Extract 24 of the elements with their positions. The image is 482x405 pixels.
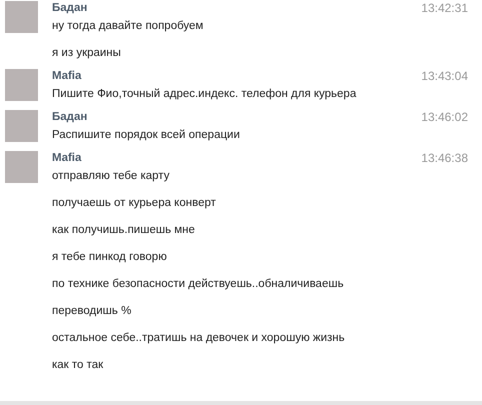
avatar-photo-placeholder[interactable] [5,69,38,101]
message-text: как то так [52,359,104,371]
message-time: 13:46:38 [421,150,468,164]
author-name[interactable]: Бадан [52,2,88,14]
author-name[interactable]: Mafia [52,152,82,164]
message-text: остальное себе..тратишь на девочек и хорошую жизнь [52,332,345,344]
message-text: как получишь.пишешь мне [52,224,195,236]
message-text: отправляю тебе карту [52,170,170,182]
avatar-photo-placeholder[interactable] [5,110,38,142]
message-text: переводишь % [52,305,132,317]
message-text: я тебе пинкод говорю [52,251,167,263]
message-time: 13:46:02 [421,110,468,124]
author-name[interactable]: Mafia [52,70,82,82]
message-text: Распишите порядок всей операции [52,129,240,141]
message-text: получаешь от курьера конверт [52,197,216,209]
message-text: я из украины [52,47,121,59]
author-name[interactable]: Бадан [52,110,88,122]
avatar-photo-placeholder[interactable] [5,151,38,183]
message-text: ну тогда давайте попробуем [52,20,204,32]
message-text: по технике безопасности действуешь..обналичиваешь [52,278,344,290]
message-text: Пишите Фио,точный адрес.индекс. телефон для курьера [52,88,356,100]
message-time: 13:43:04 [421,68,468,82]
avatar-photo-placeholder[interactable] [5,1,38,33]
message-time: 13:42:31 [421,0,468,14]
